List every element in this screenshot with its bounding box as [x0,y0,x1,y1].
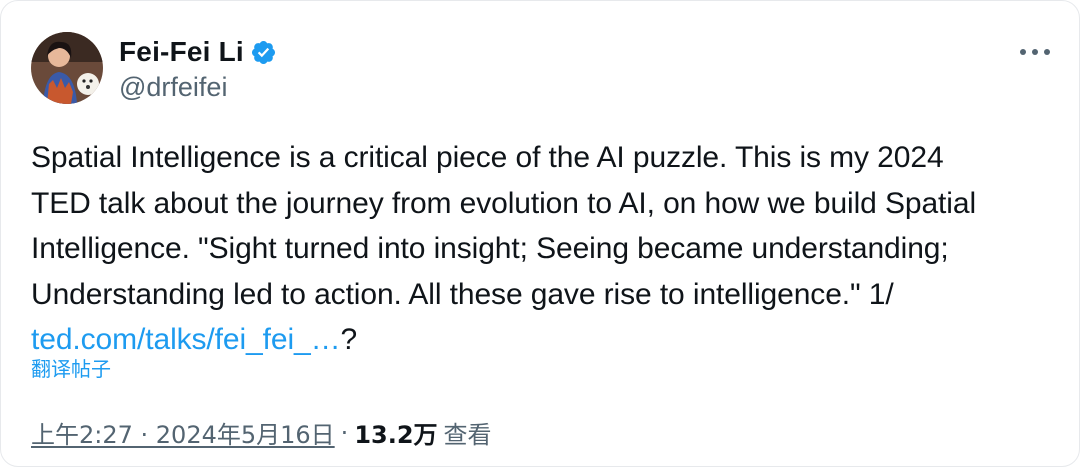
tweet-card: Fei-Fei Li @drfeifei Spatial Intelligenc… [0,0,1080,467]
avatar[interactable] [31,32,103,104]
tweet-text-line: Spatial Intelligence is a critical piece… [31,141,944,174]
tweet-text-line: TED talk about the journey from evolutio… [31,186,977,220]
translate-post-link[interactable]: 翻译帖子 [31,353,111,382]
more-horizontal-icon[interactable] [1020,39,1050,65]
author-display-name[interactable]: Fei-Fei Li [119,36,244,68]
tweet-link[interactable]: ted.com/talks/fei_fei_… [31,323,341,356]
verified-badge-icon [250,39,277,66]
tweet-text-line: Understanding led to action. All these g… [31,277,894,311]
tweet-text-line: Intelligence. "Sight turned into insight… [31,232,949,265]
tweet-link-suffix: ? [340,323,358,356]
tweet-timestamp[interactable]: 上午2:27 · 2024年5月16日 [31,415,335,450]
more-dot [1020,49,1026,55]
tweet-link-line: ted.com/talks/fei_fei_…? [31,317,1051,363]
more-dot [1044,49,1050,55]
author-name-row[interactable]: Fei-Fei Li [119,34,277,70]
author-handle[interactable]: @drfeifei [119,72,227,103]
tweet-text: Spatial Intelligence is a critical piece… [31,135,1051,363]
views-count: 13.2万 [354,421,438,449]
meta-separator: · [340,418,349,447]
more-dot [1032,49,1038,55]
tweet-meta: 上午2:27 · 2024年5月16日 · 13.2万 查看 [31,415,492,450]
views-label: 查看 [443,421,492,449]
